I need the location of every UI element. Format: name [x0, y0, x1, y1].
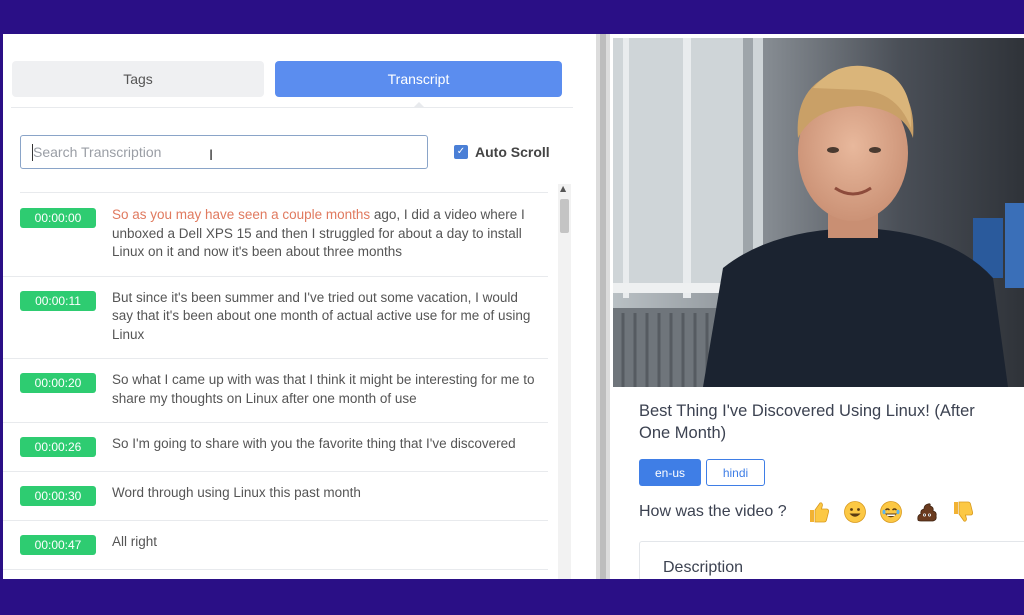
laughing-face-icon[interactable] — [879, 500, 903, 524]
active-tab-caret — [413, 102, 425, 108]
timestamp-badge[interactable]: 00:00:11 — [20, 290, 96, 311]
panel-splitter[interactable] — [596, 34, 610, 579]
poop-icon[interactable] — [915, 500, 939, 524]
transcript-row[interactable]: 00:00:30 Word through using Linux this p… — [3, 472, 548, 521]
text-caret — [32, 144, 33, 161]
ibeam-cursor-icon: I — [209, 148, 214, 164]
app-window: Tags Transcript I ✓ Auto Scroll 00:00:00… — [3, 34, 1024, 579]
video-title: Best Thing I've Discovered Using Linux! … — [639, 402, 975, 442]
list-divider — [20, 192, 548, 193]
transcript-row[interactable]: 00:00:47 All right — [3, 521, 548, 570]
transcript-text: All right — [112, 534, 158, 549]
timestamp-badge[interactable]: 00:00:00 — [20, 208, 96, 228]
rating-question: How was the video ? — [639, 503, 787, 520]
video-panel: Best Thing I've Discovered Using Linux! … — [613, 34, 1024, 579]
description-card: Description — [639, 541, 1024, 579]
transcript-text: But since it's been summer and I've trie… — [112, 289, 531, 342]
highlighted-text: So as you may have seen a couple months — [112, 207, 371, 222]
timestamp-badge[interactable]: 00:00:30 — [20, 486, 96, 506]
transcript-text: So what I came up with was that I think … — [112, 372, 535, 406]
tab-bar: Tags Transcript — [11, 61, 573, 108]
grinning-face-icon[interactable] — [843, 500, 867, 524]
search-box[interactable] — [20, 135, 428, 169]
auto-scroll-label: Auto Scroll — [475, 144, 550, 160]
language-en-us-button[interactable]: en-us — [639, 459, 701, 486]
transcript-text: Word through using Linux this past month — [112, 485, 361, 500]
transcript-row[interactable]: 00:00:26 So I'm going to share with you … — [3, 423, 548, 472]
transcript-row[interactable]: 00:00:11 But since it's been summer and … — [3, 277, 548, 359]
thumbs-up-icon[interactable] — [807, 500, 831, 524]
transcript-text: So as you may have seen a couple months … — [112, 206, 542, 262]
tab-tags[interactable]: Tags — [12, 61, 264, 97]
transcript-text: So I'm going to share with you the favor… — [112, 436, 516, 451]
rating-row: How was the video ? — [639, 500, 975, 524]
transcript-row[interactable]: 00:00:00 So as you may have seen a coupl… — [3, 194, 548, 277]
language-hindi-button[interactable]: hindi — [706, 459, 765, 486]
timestamp-badge[interactable]: 00:00:26 — [20, 437, 96, 457]
transcript-row[interactable]: 00:00:20 So what I came up with was that… — [3, 359, 548, 423]
scroll-thumb[interactable] — [560, 199, 569, 233]
timestamp-badge[interactable]: 00:00:47 — [20, 535, 96, 555]
video-frame-image — [613, 38, 1024, 387]
tab-transcript[interactable]: Transcript — [275, 61, 562, 97]
description-heading: Description — [663, 559, 744, 576]
auto-scroll-toggle[interactable]: ✓ Auto Scroll — [454, 144, 550, 160]
transcript-scrollbar[interactable]: ▲ — [558, 184, 571, 579]
scroll-up-arrow-icon[interactable]: ▲ — [560, 184, 566, 193]
transcript-panel: Tags Transcript I ✓ Auto Scroll 00:00:00… — [3, 34, 596, 579]
transcript-list: 00:00:00 So as you may have seen a coupl… — [3, 194, 548, 579]
search-input[interactable] — [21, 136, 427, 168]
auto-scroll-checkbox[interactable]: ✓ — [454, 145, 468, 159]
video-player[interactable] — [613, 38, 1024, 387]
timestamp-badge[interactable]: 00:00:20 — [20, 373, 96, 393]
splitter-handle[interactable] — [600, 34, 606, 579]
thumbs-down-icon[interactable] — [951, 500, 975, 524]
